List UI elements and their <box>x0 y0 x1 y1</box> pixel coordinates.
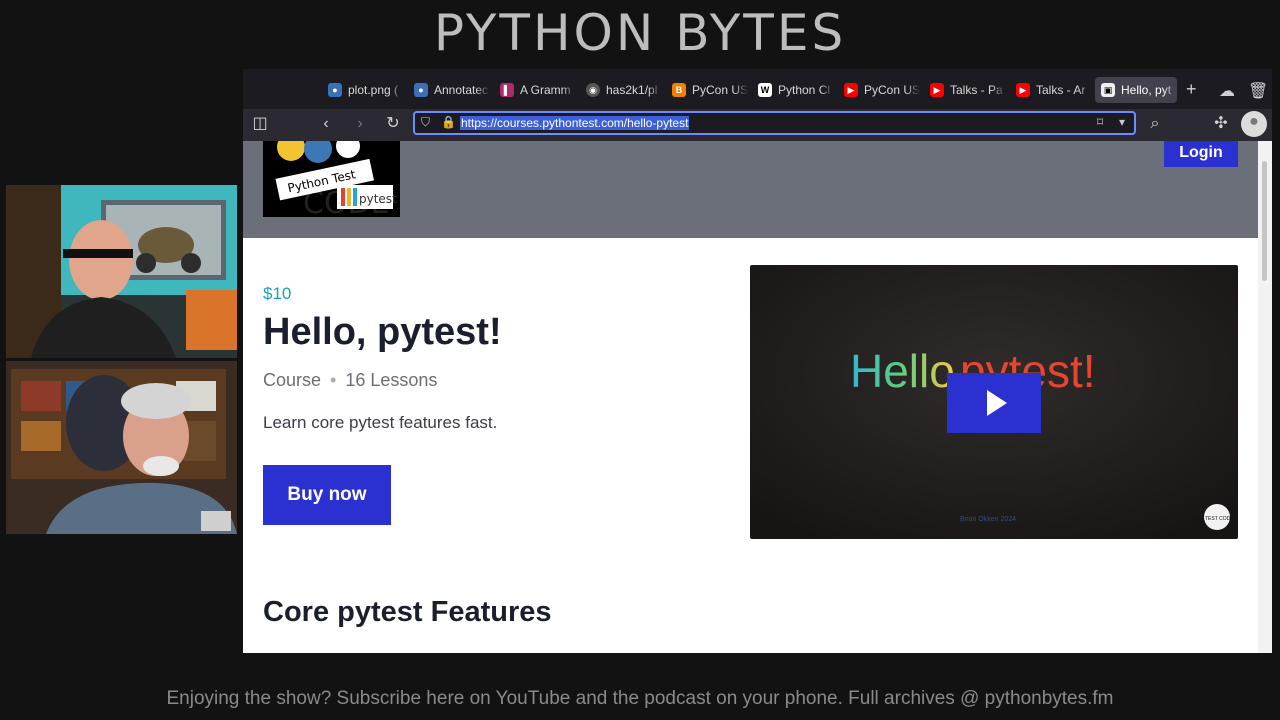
course-meta: Course • 16 Lessons <box>263 370 437 391</box>
back-icon[interactable]: ‹ <box>315 113 337 135</box>
tab-wikipedia[interactable]: W Python Cl <box>752 77 834 103</box>
video-credit: Brian Okken 2024 <box>960 516 1016 523</box>
tab-label: PyCon US <box>864 83 920 97</box>
show-title: PYTHON BYTES <box>433 4 847 62</box>
tab-plot-png[interactable]: ● plot.png ( <box>322 77 404 103</box>
shield-icon[interactable]: ⛉ <box>421 115 430 130</box>
web-page: CODE Python Test pytest Login $10 <box>243 141 1258 653</box>
tab-label: Talks - Ar <box>1036 83 1086 97</box>
header-band: CODE Python Test pytest Login <box>243 141 1258 238</box>
python-icon: ● <box>414 83 428 97</box>
site-logo[interactable]: CODE Python Test pytest <box>263 141 400 217</box>
github-icon: ◉ <box>586 83 600 97</box>
wikipedia-icon: W <box>758 83 772 97</box>
tab-bar: ● plot.png ( ● Annotatec ▌ A Gramm ◉ has… <box>243 69 1272 109</box>
tab-label: PyCon US <box>692 83 748 97</box>
webcam-host-top <box>6 185 237 358</box>
page-scrollbar[interactable] <box>1258 141 1272 653</box>
testandcode-icon: ▣ <box>1101 83 1115 97</box>
tab-label: Hello, pyt <box>1121 83 1172 97</box>
scrollbar-thumb[interactable] <box>1262 161 1267 281</box>
tab-label: has2k1/pl <box>606 83 658 97</box>
search-icon[interactable]: ⌕ <box>1144 113 1166 135</box>
tab-label: Talks - Pa <box>950 83 1003 97</box>
youtube-icon: ▶ <box>844 83 858 97</box>
video-frame: PYTHON BYTES ● plot.png (● Annotatec ▌ … <box>0 0 1280 720</box>
url-bar[interactable]: ⛉ 🔒 https://courses.pythontest.com/hello… <box>413 111 1136 135</box>
tab-github[interactable]: ◉ has2k1/pl <box>580 77 662 103</box>
blogger-icon: B <box>672 83 686 97</box>
browser-window: ● plot.png ( ● Annotatec ▌ A Gramm ◉ has… <box>243 69 1272 653</box>
lesson-count: 16 Lessons <box>345 370 438 390</box>
buy-now-button[interactable]: Buy now <box>263 465 391 525</box>
youtube-icon: ▶ <box>930 83 944 97</box>
reload-icon[interactable]: ↻ <box>382 113 404 135</box>
document-icon: ▌ <box>500 83 514 97</box>
meta-separator: • <box>330 370 337 390</box>
lock-icon[interactable]: 🔒 <box>441 115 456 129</box>
tab-youtube-pycon[interactable]: ▶ PyCon US <box>838 77 920 103</box>
python-icon: ● <box>328 83 342 97</box>
course-price: $10 <box>263 284 292 303</box>
logo-badge: pytest <box>359 192 397 206</box>
tab-grammar[interactable]: ▌ A Gramm <box>494 77 576 103</box>
video-title-hello: Hello <box>850 345 955 397</box>
dropdown-icon[interactable]: ▾ <box>1119 115 1125 129</box>
profile-avatar-icon[interactable]: ● <box>1241 111 1267 137</box>
tab-label: Python Cl <box>778 83 831 97</box>
tab-label: A Gramm <box>520 83 571 97</box>
tab-label: plot.png ( <box>348 83 399 97</box>
course-title: Hello, pytest! <box>263 311 502 353</box>
tab-pycon-blog[interactable]: B PyCon US <box>666 77 748 103</box>
video-player[interactable]: Hello pytest! Brian Okken 2024 TEST CODE <box>750 265 1238 539</box>
url-text[interactable]: https://courses.pythontest.com/hello-pyt… <box>460 116 690 130</box>
show-footer: Enjoying the show? Subscribe here on You… <box>166 688 1114 709</box>
play-button[interactable] <box>947 373 1041 433</box>
tab-label: Annotatec <box>434 83 489 97</box>
section-title: Core pytest Features <box>263 596 552 628</box>
tab-hello-pytest[interactable]: ▣ Hello, pyt <box>1095 77 1177 103</box>
sidebar-toggle-icon[interactable]: ◫ <box>249 113 271 135</box>
course-type: Course <box>263 370 322 390</box>
tab-annotated[interactable]: ● Annotatec <box>408 77 490 103</box>
bookmark-icon[interactable]: ⌑ <box>1097 115 1103 129</box>
trash-icon[interactable]: 🗑 <box>1248 81 1268 101</box>
tab-youtube-talks-1[interactable]: ▶ Talks - Pa <box>924 77 1006 103</box>
forward-icon[interactable]: › <box>349 113 371 135</box>
course-description: Learn core pytest features fast. <box>263 413 498 432</box>
webcam-host-bottom <box>6 361 237 534</box>
login-button[interactable]: Login <box>1164 141 1238 167</box>
new-tab-icon[interactable]: + <box>1186 79 1197 100</box>
video-badge: TEST CODE <box>1205 516 1234 522</box>
navigation-bar: ◫ ‹ › ↻ ⛉ 🔒 https://courses.pythontest.c… <box>243 109 1272 141</box>
cloud-icon[interactable]: ☁ <box>1219 81 1235 101</box>
extensions-icon[interactable]: ✣ <box>1210 113 1232 135</box>
tab-youtube-talks-2[interactable]: ▶ Talks - Ar <box>1010 77 1092 103</box>
youtube-icon: ▶ <box>1016 83 1030 97</box>
